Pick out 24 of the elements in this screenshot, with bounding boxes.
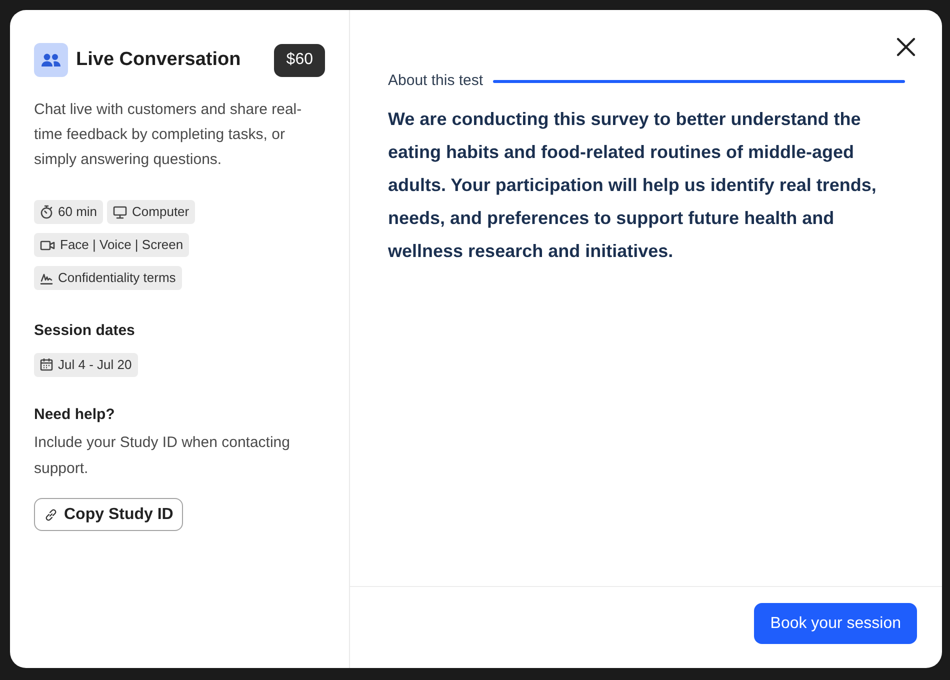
date-chip: Jul 4 - Jul 20 [34, 352, 138, 376]
book-session-button[interactable]: Book your session [754, 603, 917, 644]
link-icon [44, 508, 58, 522]
study-description: Chat live with customers and share real-time feedback by completing tasks, or simply answering questions. [34, 100, 303, 170]
video-camera-icon [40, 240, 55, 250]
study-title: Live Conversation [76, 48, 241, 72]
close-button[interactable] [896, 37, 916, 57]
session-dates-heading: Session dates [34, 321, 136, 341]
info-chip: Face | Voice | Screen [34, 233, 190, 257]
signature-icon [40, 272, 53, 284]
help-heading: Need help? [34, 404, 116, 424]
close-icon [896, 37, 916, 57]
calendar-icon [40, 358, 53, 371]
monitor-icon [113, 206, 128, 218]
about-paragraph: We are conducting this survey to better understand the eating habits and food-related routines of middle-aged adults. Your participation will help us identify real trends, needs, and preferences to support future health and wellness research and initiatives. [388, 108, 878, 262]
help-text: Include your Study ID when contacting support. [34, 433, 291, 479]
section-label: About this test [388, 71, 484, 91]
info-chip: Computer [107, 200, 196, 224]
copy-study-id-button[interactable]: Copy Study ID [34, 498, 184, 531]
info-chip: 60 min [34, 200, 104, 224]
stopwatch-icon [40, 205, 53, 219]
price-badge: $60 [274, 44, 325, 76]
info-chip: Confidentiality terms [34, 266, 182, 290]
people-icon [34, 43, 68, 77]
